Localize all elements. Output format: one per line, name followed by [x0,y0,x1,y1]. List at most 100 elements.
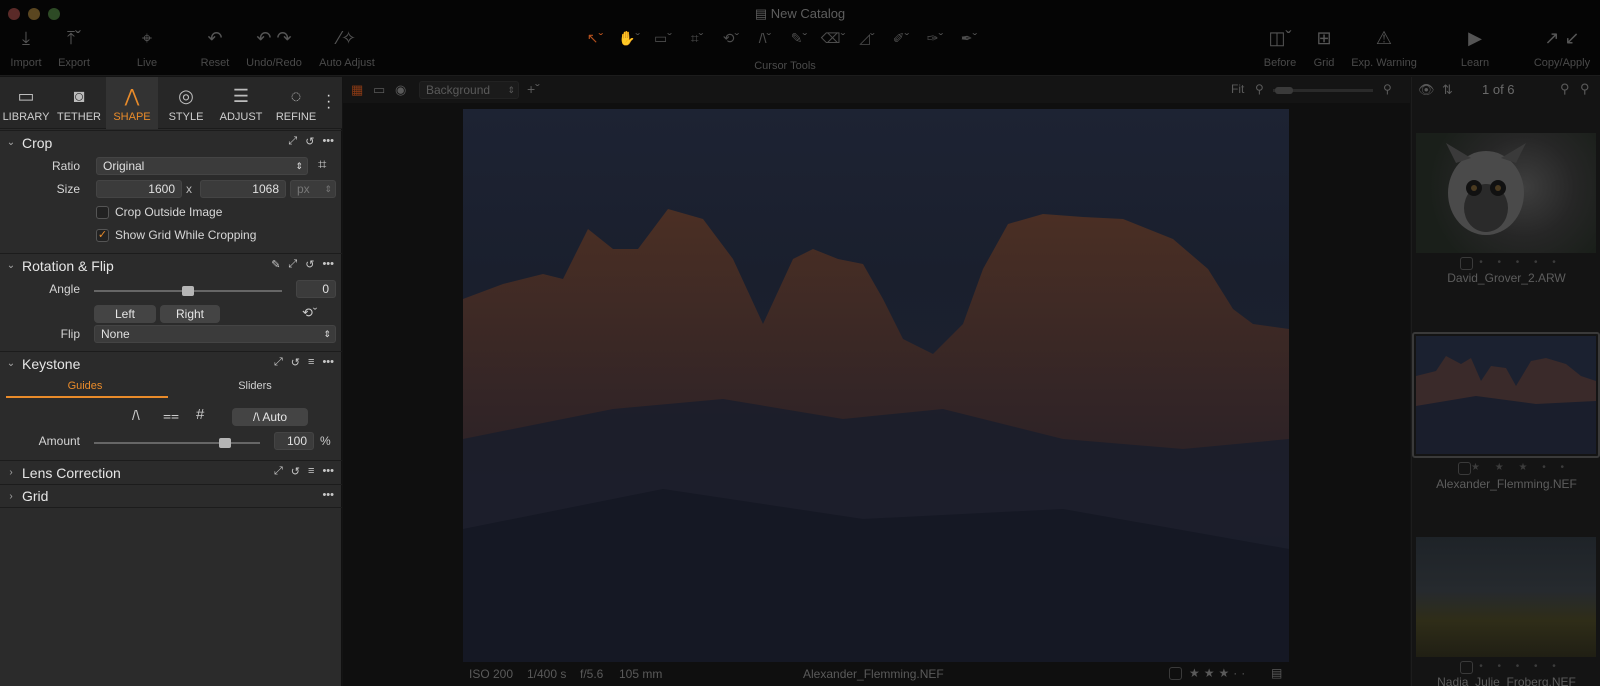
tab-refine[interactable]: ◌ REFINE [268,77,324,129]
picker-cursor-icon[interactable]: ✐ˇ [884,30,918,54]
focal-length-value: 105 mm [619,667,663,681]
amount-slider-knob[interactable] [219,438,231,448]
tab-style[interactable]: ◎ STYLE [160,77,212,129]
grid-button[interactable]: ⊞ Grid [1309,26,1339,70]
select-cursor-icon[interactable]: ↖ˇ [578,30,612,54]
reset-icon[interactable]: ↺ [305,258,314,271]
zoom-slider-knob[interactable] [1275,87,1293,94]
expand-icon[interactable]: ⤢ [288,258,297,271]
more-icon[interactable]: ••• [322,356,334,369]
keystone-section-header[interactable]: ⌄ Keystone ⤢ ↺ ≡ ••• [0,351,342,375]
crop-section-header[interactable]: ⌄ Crop ⤢ ↺ ••• [0,130,342,154]
width-field[interactable]: 1600 [96,180,182,198]
brush-cursor-icon[interactable]: ✎ˇ [782,30,816,54]
reset-icon[interactable]: ↺ [291,356,300,369]
pan-cursor-icon[interactable]: ✋ˇ [612,30,646,54]
angle-slider-knob[interactable] [182,286,194,296]
expand-icon[interactable]: ⤢ [274,465,283,478]
live-button[interactable]: ⌖ Live [130,26,164,70]
more-icon[interactable]: ••• [322,258,334,271]
zoom-in-icon[interactable]: ⚲ [1383,82,1392,96]
add-layer-icon[interactable]: +ˇ [527,81,540,97]
thumbnail-1[interactable] [1416,133,1596,253]
sort-icon[interactable]: ⇅ [1442,82,1453,98]
more-icon[interactable]: ••• [322,135,334,148]
reset-button[interactable]: ↶ Reset [198,26,232,70]
search-icon[interactable]: ⚲ [1560,81,1570,97]
single-view-icon[interactable]: ▭ [373,82,385,98]
layer-select[interactable]: Background ⇕ [419,81,519,99]
rotate-cursor-icon[interactable]: ⟲ˇ [714,30,748,54]
presets-icon[interactable]: ≡ [308,465,314,478]
reset-label: Reset [200,57,230,69]
rotate-cursor-icon[interactable]: ⟲ˇ [302,305,317,321]
show-grid-checkbox[interactable]: ✓ [96,229,109,242]
reset-icon[interactable]: ↺ [305,135,314,148]
multi-view-icon[interactable]: ▦ [351,82,363,98]
thumb-2-rating[interactable]: ★ ★ ★ • • [1426,462,1600,473]
keystone-auto-button[interactable]: /\ Auto [232,408,308,426]
rotation-section-header[interactable]: ⌄ Rotation & Flip ✎ ⤢ ↺ ••• [0,253,342,277]
undo-redo-button[interactable]: ↶ ↷ Undo/Redo [244,26,304,70]
reset-icon[interactable]: ↺ [291,465,300,478]
grid-section-header[interactable]: › Grid ••• [0,484,342,508]
presets-icon[interactable]: ≡ [308,356,314,369]
crop-tool-icon[interactable]: ⌗ [318,156,326,173]
expand-icon[interactable]: ⤢ [274,356,283,369]
thumb-1-rating[interactable]: • • • • • [1426,257,1600,268]
expand-icon[interactable]: ⤢ [288,135,297,148]
keystone-vertical-icon[interactable]: /\ [132,407,140,423]
keystone-horizontal-icon[interactable]: ⩵ [163,407,179,424]
rotate-left-button[interactable]: Left [94,305,156,323]
tab-library[interactable]: ▭ LIBRARY [0,77,52,129]
crop-cursor-icon[interactable]: ⌗ˇ [680,30,714,54]
import-button[interactable]: ⤓ Import [8,26,44,70]
amount-slider-track[interactable] [94,442,260,444]
height-field[interactable]: 1068 [200,180,286,198]
crop-outside-checkbox[interactable] [96,206,109,219]
filter-search-icon[interactable]: ⚲ [1580,81,1590,97]
camera-cursor-icon[interactable]: ▭ˇ [646,30,680,54]
thumbnail-3[interactable] [1416,537,1596,657]
proof-view-icon[interactable]: ◉ [395,82,406,98]
lens-section-header[interactable]: › Lens Correction ⤢ ↺ ≡ ••• [0,460,342,484]
learn-button[interactable]: ▶ Learn [1458,26,1492,70]
auto-adjust-button[interactable]: ⁄✧ Auto Adjust [316,26,378,70]
tab-guides[interactable]: Guides [4,380,166,392]
copy-apply-button[interactable]: ↗ ↙ Copy/Apply [1531,26,1593,70]
export-button[interactable]: ⤒ˇ Export [54,26,94,70]
tab-adjust[interactable]: ☰ ADJUST [213,77,269,129]
keystone-full-icon[interactable]: # [196,406,204,423]
more-tabs-icon[interactable]: · · · [326,88,331,116]
flip-select[interactable]: None ⇕ [94,325,336,343]
unit-select[interactable]: px ⇕ [290,180,336,198]
thumb-1-name: David_Grover_2.ARW [1447,271,1566,285]
more-icon[interactable]: ••• [322,465,334,478]
annotate-cursor-icon[interactable]: ✒ˇ [952,30,986,54]
export-icon: ⤒ˇ [67,27,81,48]
rotate-right-button[interactable]: Right [160,305,220,323]
thumbnail-2-selected[interactable] [1412,332,1600,458]
amount-field[interactable]: 100 [274,432,314,450]
gradient-cursor-icon[interactable]: ◿ˇ [850,30,884,54]
heal-cursor-icon[interactable]: ✑ˇ [918,30,952,54]
tab-shape[interactable]: ⋀ SHAPE [106,77,158,129]
eye-icon[interactable]: 👁 [1418,82,1435,98]
keystone-cursor-icon[interactable]: /\ˇ [748,30,782,54]
select-checkbox[interactable] [1169,667,1182,680]
zoom-fit-label[interactable]: Fit [1231,82,1244,96]
before-button[interactable]: ◫ˇ Before [1260,26,1300,70]
star-rating[interactable]: ★★★·· [1189,666,1249,680]
ratio-select[interactable]: Original ⇕ [96,157,308,175]
zoom-out-icon[interactable]: ⚲ [1255,82,1264,96]
flip-value: None [101,327,130,341]
tab-tether[interactable]: ◙ TETHER [53,77,105,129]
thumb-3-rating[interactable]: • • • • • [1426,661,1600,672]
eraser-cursor-icon[interactable]: ⌫ˇ [816,30,850,54]
angle-field[interactable]: 0 [296,280,336,298]
more-icon[interactable]: ••• [322,489,334,501]
exp-warning-button[interactable]: ⚠ Exp. Warning [1350,26,1418,70]
color-tag-icon[interactable]: ▤ [1271,666,1282,680]
tab-sliders[interactable]: Sliders [174,380,336,392]
straighten-icon[interactable]: ✎ [271,258,280,271]
